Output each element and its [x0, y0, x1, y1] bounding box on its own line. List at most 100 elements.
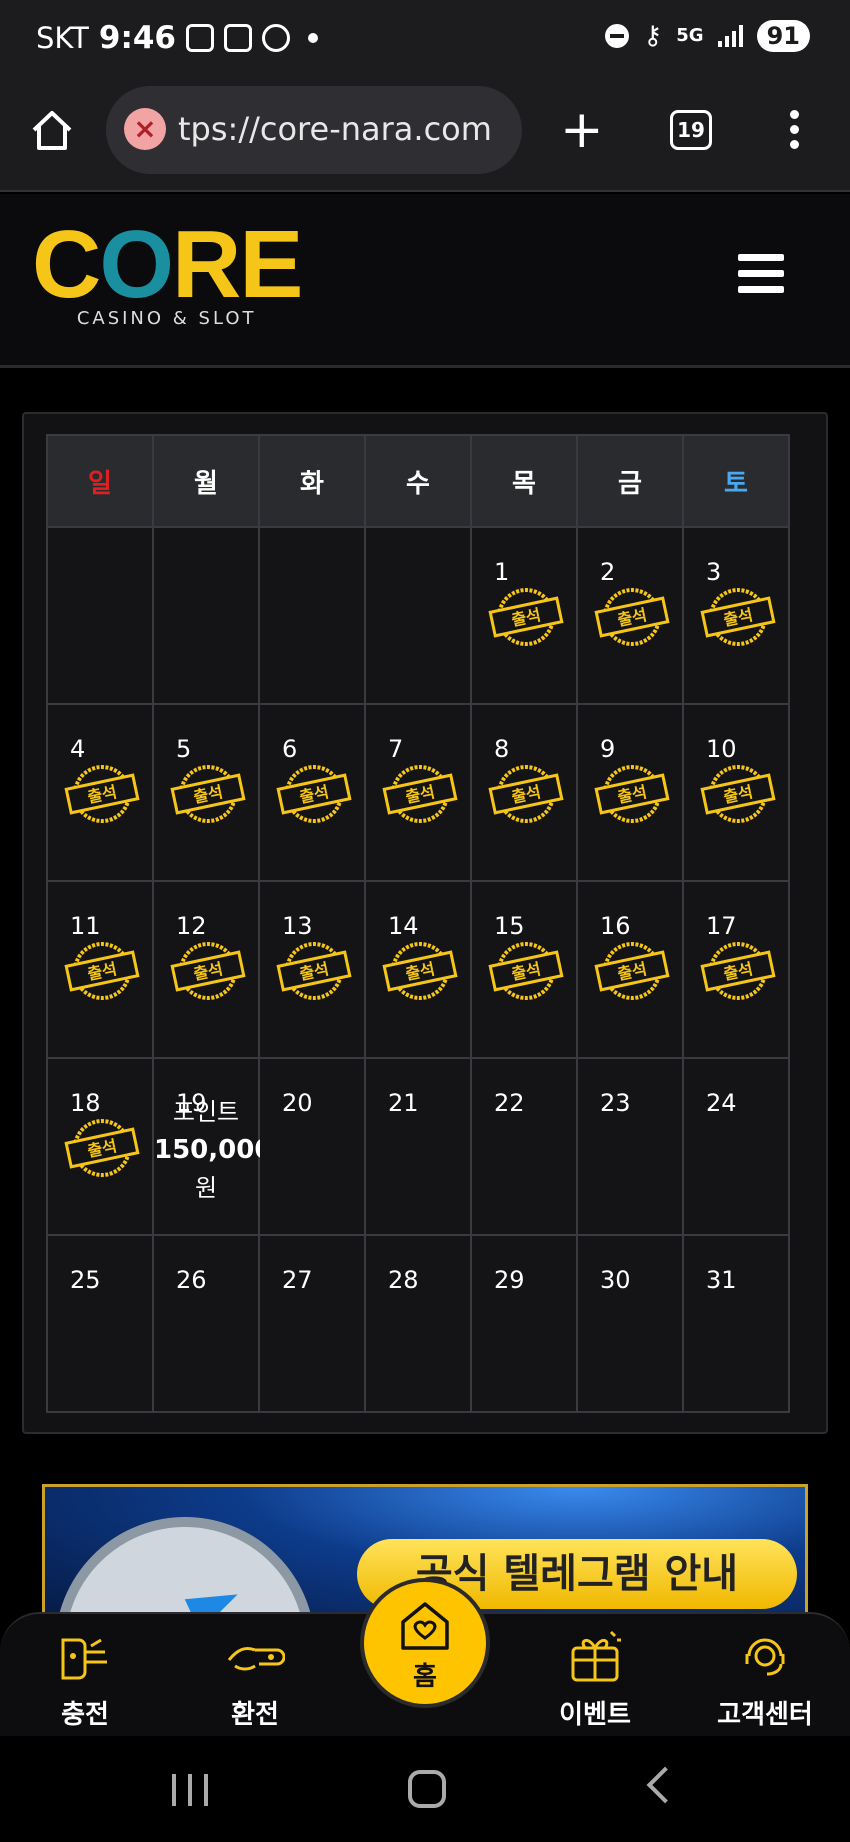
nav-support[interactable]: 고객센터 — [690, 1626, 840, 1731]
day-number: 25 — [70, 1266, 101, 1294]
tab-switcher-button[interactable]: 19 — [670, 110, 712, 150]
calendar-cell: 8 출석 — [470, 703, 578, 882]
calendar-cell: 3 출석 — [682, 526, 790, 705]
hamburger-menu-icon[interactable] — [738, 254, 784, 302]
status-left: SKT 9:46 — [36, 20, 318, 56]
calendar-table: 일 월 화 수 목 금 토 1 출석 2 출석 3 출석 4 출석 5 출석 6… — [46, 434, 790, 1413]
attendance-stamp-icon: 출석 — [382, 942, 458, 1000]
new-tab-icon[interactable]: + — [560, 104, 604, 156]
calendar-cell: 21 — [364, 1057, 472, 1236]
attendance-stamp-icon: 출석 — [170, 942, 246, 1000]
attendance-stamp-icon: 출석 — [594, 942, 670, 1000]
clock: 9:46 — [98, 20, 176, 56]
day-number: 13 — [282, 912, 313, 940]
attendance-stamp-icon: 출석 — [594, 765, 670, 823]
day-number: 16 — [600, 912, 631, 940]
calendar-cell-empty — [152, 526, 260, 705]
point-amount: 150,000 — [154, 1135, 273, 1165]
day-number: 2 — [600, 558, 616, 586]
media-icon — [224, 24, 252, 52]
system-nav-bar — [0, 1736, 850, 1842]
weekday-wed: 수 — [364, 434, 472, 528]
weekday-sat: 토 — [682, 434, 790, 528]
site-logo[interactable]: CORE CASINO & SLOT — [32, 211, 303, 330]
day-number: 3 — [706, 558, 722, 586]
system-home-icon[interactable] — [408, 1770, 446, 1808]
telegram-logo-icon — [55, 1517, 315, 1621]
carrier-label: SKT — [36, 21, 89, 55]
attendance-stamp-icon: 출석 — [700, 942, 776, 1000]
day-number: 17 — [706, 912, 737, 940]
attendance-stamp-icon: 출석 — [488, 942, 564, 1000]
nav-event-label: 이벤트 — [559, 1700, 631, 1730]
weekday-fri: 금 — [576, 434, 684, 528]
timer-icon — [262, 24, 290, 52]
home-icon[interactable] — [28, 106, 76, 154]
screenshot-icon — [186, 24, 214, 52]
attendance-stamp-icon: 출석 — [488, 765, 564, 823]
calendar-cell-empty — [258, 526, 366, 705]
status-bar: SKT 9:46 ⚷ 5G 91 — [0, 0, 850, 80]
calendar-cell: 11 출석 — [46, 880, 154, 1059]
deposit-icon — [61, 1638, 107, 1680]
day-number: 31 — [706, 1266, 737, 1294]
calendar-cell: 5 출석 — [152, 703, 260, 882]
day-number: 12 — [176, 912, 207, 940]
nav-home-label: 홈 — [413, 1662, 437, 1692]
withdraw-icon — [227, 1646, 285, 1671]
calendar-cell: 29 — [470, 1234, 578, 1413]
weekday-tue: 화 — [258, 434, 366, 528]
status-right: ⚷ 5G 91 — [605, 20, 810, 52]
attendance-stamp-icon: 출석 — [170, 765, 246, 823]
gift-icon — [571, 1630, 621, 1682]
address-bar[interactable]: × tps://core-nara.com — [106, 86, 522, 174]
nav-event[interactable]: 이벤트 — [520, 1626, 670, 1731]
logo-wordmark: CORE — [32, 211, 303, 318]
calendar-cell: 27 — [258, 1234, 366, 1413]
calendar-cell: 10 출석 — [682, 703, 790, 882]
calendar-cell-today: 19 포인트 150,000 원 — [152, 1057, 272, 1236]
calendar-cell: 26 — [152, 1234, 260, 1413]
do-not-disturb-icon — [605, 24, 630, 48]
day-number: 9 — [600, 735, 616, 763]
calendar-cell-empty — [364, 526, 472, 705]
day-number: 26 — [176, 1266, 207, 1294]
url-text[interactable]: tps://core-nara.com — [178, 110, 492, 148]
nav-withdraw[interactable]: 환전 — [180, 1626, 330, 1731]
nav-home-button[interactable]: 홈 — [360, 1578, 490, 1708]
not-secure-icon[interactable]: × — [124, 108, 166, 150]
attendance-stamp-icon: 출석 — [276, 765, 352, 823]
vpn-key-icon: ⚷ — [643, 21, 663, 51]
day-number: 4 — [70, 735, 86, 763]
calendar-cell: 18 출석 — [46, 1057, 154, 1236]
calendar-cell: 6 출석 — [258, 703, 366, 882]
calendar-cell: 12 출석 — [152, 880, 260, 1059]
calendar-cell: 14 출석 — [364, 880, 472, 1059]
calendar-cell: 16 출석 — [576, 880, 684, 1059]
day-number: 11 — [70, 912, 101, 940]
back-icon[interactable] — [646, 1766, 684, 1804]
calendar-cell: 23 — [576, 1057, 684, 1236]
attendance-stamp-icon: 출석 — [700, 588, 776, 646]
nav-deposit[interactable]: 충전 — [10, 1626, 160, 1731]
battery-indicator: 91 — [756, 20, 810, 52]
calendar-cell: 31 — [682, 1234, 790, 1413]
attendance-stamp-icon: 출석 — [64, 942, 140, 1000]
attendance-calendar: 일 월 화 수 목 금 토 1 출석 2 출석 3 출석 4 출석 5 출석 6… — [22, 412, 828, 1434]
calendar-cell: 25 — [46, 1234, 154, 1413]
home-heart-icon — [401, 1602, 449, 1650]
headset-icon — [745, 1638, 785, 1676]
day-number: 22 — [494, 1089, 525, 1117]
calendar-cell: 13 출석 — [258, 880, 366, 1059]
attendance-stamp-icon: 출석 — [488, 588, 564, 646]
day-number: 29 — [494, 1266, 525, 1294]
weekday-mon: 월 — [152, 434, 260, 528]
more-menu-icon[interactable] — [790, 110, 802, 155]
day-number: 15 — [494, 912, 525, 940]
recent-apps-icon[interactable] — [172, 1774, 208, 1806]
point-label: 포인트 — [172, 1098, 240, 1126]
nav-support-label: 고객센터 — [717, 1700, 813, 1730]
day-number: 14 — [388, 912, 419, 940]
day-number: 28 — [388, 1266, 419, 1294]
site-header: CORE CASINO & SLOT — [0, 194, 850, 368]
